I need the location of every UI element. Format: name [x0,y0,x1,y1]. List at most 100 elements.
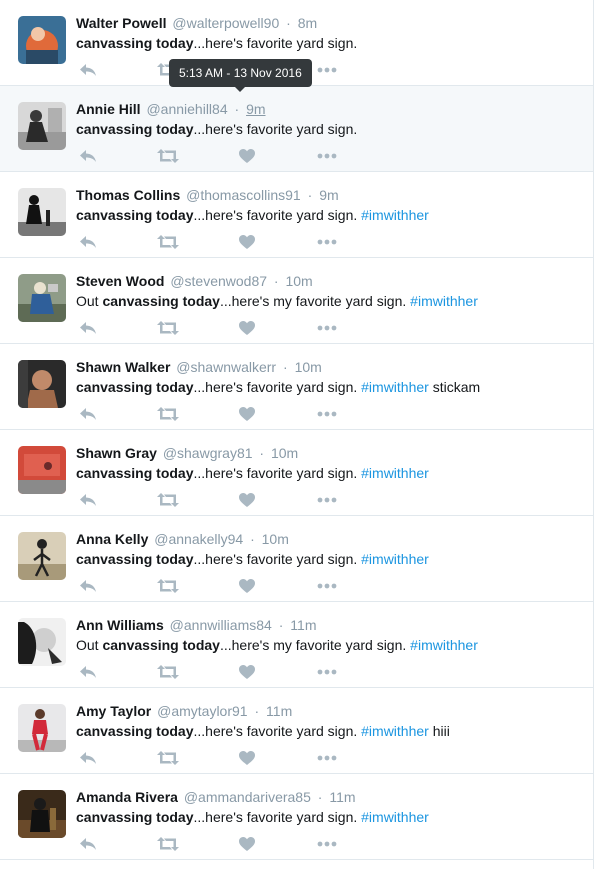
tweet-author-name[interactable]: Anna Kelly [76,531,148,547]
avatar[interactable] [18,704,66,752]
like-button[interactable] [235,402,259,426]
reply-button[interactable] [76,402,100,426]
reply-button[interactable] [76,230,100,254]
hashtag-link[interactable]: #imwithher [410,293,478,309]
more-button[interactable] [315,660,339,684]
hashtag-link[interactable]: #imwithher [410,637,478,653]
tweet-item[interactable]: Annie Hill @anniehill84 · 9m canvassing … [0,86,593,172]
reply-button[interactable] [76,746,100,770]
tweet-author-name[interactable]: Amy Taylor [76,703,151,719]
like-button[interactable] [235,144,259,168]
more-button[interactable] [315,746,339,770]
more-button[interactable] [315,832,339,856]
tweet-timestamp[interactable]: 11m [329,789,355,805]
tweet-text: canvassing today...here's favorite yard … [76,205,429,225]
tweet-author-name[interactable]: Thomas Collins [76,187,180,203]
hashtag-link[interactable]: #imwithher [361,551,429,567]
hashtag-link[interactable]: #imwithher [361,465,429,481]
more-button[interactable] [315,402,339,426]
tweet-author-name[interactable]: Shawn Gray [76,445,157,461]
tweet-author-handle[interactable]: @amytaylor91 [157,703,247,719]
like-button[interactable] [235,832,259,856]
retweet-button[interactable] [156,574,180,598]
avatar[interactable] [18,188,66,236]
tweet-timestamp[interactable]: 9m [246,101,265,117]
tweet-item[interactable]: Thomas Collins @thomascollins91 · 9m can… [0,172,593,258]
more-dots-icon [317,325,337,331]
retweet-button[interactable] [156,402,180,426]
retweet-button[interactable] [156,832,180,856]
more-button[interactable] [315,574,339,598]
tweet-author-handle[interactable]: @stevenwod87 [170,273,267,289]
like-button[interactable] [235,488,259,512]
tweet-item[interactable]: Amy Taylor @amytaylor91 · 11m canvassing… [0,688,593,774]
retweet-button[interactable] [156,746,180,770]
avatar[interactable] [18,790,66,838]
tweet-author-handle[interactable]: @annakelly94 [154,531,243,547]
tweet-timestamp[interactable]: 11m [266,703,292,719]
tweet-item[interactable]: Shawn Walker @shawnwalkerr · 10m canvass… [0,344,593,430]
avatar[interactable] [18,360,66,408]
hashtag-link[interactable]: #imwithher [361,809,429,825]
tweet-author-handle[interactable]: @ammandarivera85 [184,789,311,805]
retweet-button[interactable] [156,488,180,512]
avatar[interactable] [18,274,66,322]
tweet-timestamp[interactable]: 10m [271,445,298,461]
more-button[interactable] [315,58,339,82]
tweet-author-name[interactable]: Amanda Rivera [76,789,178,805]
tweet-timestamp[interactable]: 10m [262,531,289,547]
avatar[interactable] [18,532,66,580]
tweet-item[interactable]: Ann Williams @annwilliams84 · 11m Out ca… [0,602,593,688]
tweet-timestamp[interactable]: 11m [290,617,316,633]
tweet-author-handle[interactable]: @shawnwalkerr [176,359,276,375]
tweet-author-handle[interactable]: @anniehill84 [146,101,227,117]
reply-button[interactable] [76,144,100,168]
tweet-author-handle[interactable]: @thomascollins91 [186,187,301,203]
tweet-timestamp[interactable]: 8m [298,15,317,31]
tweet-item[interactable]: Steven Wood @stevenwod87 · 10m Out canva… [0,258,593,344]
tweet-author-handle[interactable]: @shawgray81 [163,445,253,461]
hashtag-link[interactable]: #imwithher [361,723,429,739]
tweet-timestamp[interactable]: 9m [319,187,338,203]
tweet-text-body: ...here's favorite yard sign. [193,465,362,481]
tweet-author-name[interactable]: Shawn Walker [76,359,170,375]
like-button[interactable] [235,230,259,254]
like-button[interactable] [235,574,259,598]
like-button[interactable] [235,746,259,770]
more-button[interactable] [315,316,339,340]
tweet-author-handle[interactable]: @annwilliams84 [170,617,272,633]
reply-button[interactable] [76,316,100,340]
reply-button[interactable] [76,58,100,82]
tweet-author-name[interactable]: Walter Powell [76,15,167,31]
tooltip-arrow [235,87,245,92]
reply-button[interactable] [76,660,100,684]
like-button[interactable] [235,316,259,340]
reply-button[interactable] [76,574,100,598]
more-button[interactable] [315,144,339,168]
tweet-item[interactable]: Anna Kelly @annakelly94 · 10m canvassing… [0,516,593,602]
more-button[interactable] [315,488,339,512]
tweet-author-handle[interactable]: @walterpowell90 [172,15,279,31]
reply-button[interactable] [76,832,100,856]
hashtag-link[interactable]: #imwithher [361,379,429,395]
avatar[interactable] [18,16,66,64]
like-button[interactable] [235,660,259,684]
more-button[interactable] [315,230,339,254]
tweet-author-name[interactable]: Steven Wood [76,273,164,289]
tweet-author-name[interactable]: Ann Williams [76,617,164,633]
avatar[interactable] [18,446,66,494]
tweet-actions [0,316,593,340]
tweet-item[interactable]: Shawn Gray @shawgray81 · 10m canvassing … [0,430,593,516]
retweet-button[interactable] [156,316,180,340]
tweet-author-name[interactable]: Annie Hill [76,101,141,117]
tweet-item[interactable]: Amanda Rivera @ammandarivera85 · 11m can… [0,774,593,860]
tweet-timestamp[interactable]: 10m [285,273,312,289]
reply-button[interactable] [76,488,100,512]
retweet-button[interactable] [156,144,180,168]
tweet-timestamp[interactable]: 10m [295,359,322,375]
retweet-button[interactable] [156,230,180,254]
avatar[interactable] [18,618,66,666]
avatar[interactable] [18,102,66,150]
hashtag-link[interactable]: #imwithher [361,207,429,223]
retweet-button[interactable] [156,660,180,684]
